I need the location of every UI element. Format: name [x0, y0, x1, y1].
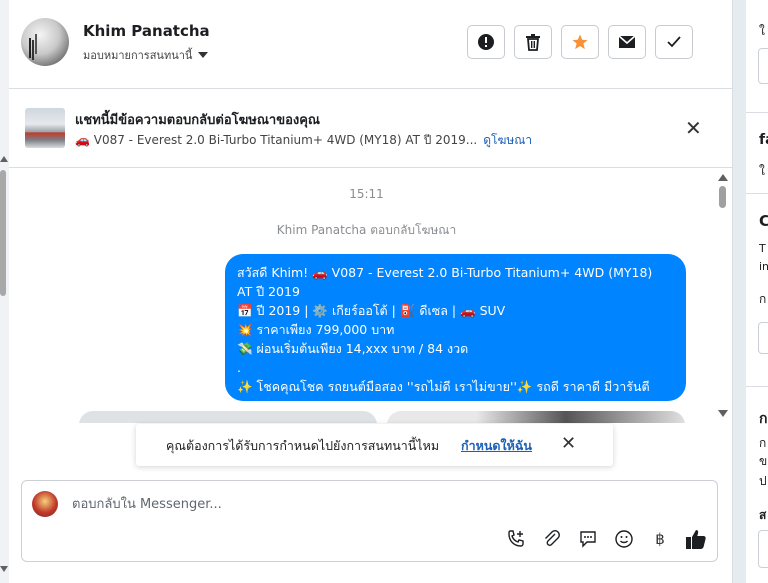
ad-banner-subtitle: 🚗 V087 - Everest 2.0 Bi-Turbo Titanium+ … — [75, 131, 532, 150]
page-avatar — [32, 491, 58, 517]
conversation-panel: Khim Panatcha มอบหมายการสนทนานี้ แชทนี้ม… — [9, 0, 733, 583]
sidebar-text: T — [759, 242, 766, 255]
chevron-down-icon — [198, 52, 209, 58]
scroll-down-arrow[interactable] — [718, 410, 728, 417]
close-icon[interactable]: ✕ — [685, 118, 702, 138]
alert-circle-icon — [478, 34, 494, 50]
message-line: สวัสดี Khim! 🚗 V087 - Everest 2.0 Bi-Tur… — [237, 265, 653, 280]
assign-label: มอบหมายการสนทนานี้ — [83, 49, 193, 62]
sidebar-text: ใ — [759, 24, 765, 38]
scroll-up-arrow[interactable] — [718, 174, 728, 181]
sidebar-text: ข — [759, 454, 768, 468]
outgoing-message-bubble[interactable]: สวัสดี Khim! 🚗 V087 - Everest 2.0 Bi-Tur… — [225, 254, 686, 401]
assign-prompt: คุณต้องการได้รับการกำหนดไปยังการสนทนานี้… — [136, 424, 613, 466]
right-sidebar: ใ fa ใ C T in ก ก ก ข ป ส — [746, 0, 768, 583]
conversation-header: Khim Panatcha มอบหมายการสนทนานี้ — [9, 0, 732, 89]
ad-thumbnail[interactable] — [25, 108, 65, 148]
sidebar-heading: fa — [759, 132, 768, 148]
star-button[interactable] — [561, 25, 599, 59]
add-call-icon[interactable] — [504, 527, 528, 551]
ad-banner-title: แชทนี้มีข้อความตอบกลับต่อโฆษณาของคุณ — [75, 113, 320, 128]
baht-icon[interactable]: ฿ — [648, 527, 672, 551]
sidebar-heading: ส — [759, 508, 767, 522]
message-composer: ฿ — [21, 480, 718, 562]
sidebar-text: ใ — [759, 164, 765, 178]
emoji-icon[interactable] — [612, 527, 636, 551]
scroll-down-arrow[interactable] — [0, 566, 8, 572]
check-icon — [667, 36, 681, 48]
envelope-icon — [618, 35, 636, 48]
done-button[interactable] — [655, 25, 693, 59]
sidebar-divider — [746, 112, 768, 113]
trash-icon — [526, 34, 540, 51]
sidebar-text: ป — [759, 474, 767, 488]
message-thread[interactable]: 15:11 Khim Panatcha ตอบกลับโฆษณา สวัสดี … — [9, 168, 732, 423]
sidebar-text: in — [759, 260, 768, 273]
thread-scrollbar[interactable] — [716, 172, 728, 420]
message-line: . — [237, 360, 241, 375]
sidebar-divider — [746, 386, 768, 387]
ad-reply-banner: แชทนี้มีข้อความตอบกลับต่อโฆษณาของคุณ 🚗 V… — [9, 89, 732, 168]
message-line: 💥 ราคาเพียง 799,000 บาท — [237, 322, 395, 337]
scroll-thumb[interactable] — [719, 186, 726, 208]
message-image[interactable] — [79, 411, 377, 423]
reply-input[interactable] — [70, 491, 694, 517]
email-button[interactable] — [608, 25, 646, 59]
sidebar-select[interactable] — [758, 322, 768, 354]
view-ad-link[interactable]: ดูโฆษณา — [483, 133, 532, 147]
composer-tools: ฿ — [504, 527, 708, 551]
header-actions — [467, 25, 693, 59]
sidebar-heading: ก — [759, 411, 768, 427]
saved-reply-icon[interactable] — [576, 527, 600, 551]
message-timestamp: 15:11 — [349, 187, 384, 201]
assign-prompt-text: คุณต้องการได้รับการกำหนดไปยังการสนทนานี้… — [166, 438, 440, 453]
report-button[interactable] — [467, 25, 505, 59]
system-note: Khim Panatcha ตอบกลับโฆษณา — [276, 223, 457, 237]
message-line: 📅 ปี 2019 | ⚙️ เกียร์ออโต้ | ⛽ ดีเซล | 🚗… — [237, 303, 506, 318]
sidebar-field[interactable] — [758, 530, 768, 568]
contact-name[interactable]: Khim Panatcha — [83, 22, 210, 40]
sidebar-text: ก — [759, 292, 767, 306]
sidebar-field[interactable] — [758, 48, 768, 84]
assign-dropdown[interactable]: มอบหมายการสนทนานี้ — [83, 46, 209, 64]
left-scrollbar[interactable] — [0, 0, 9, 583]
assign-to-me-link[interactable]: กำหนดให้ฉัน — [461, 436, 532, 456]
close-icon[interactable]: ✕ — [561, 433, 576, 454]
sidebar-heading: C — [759, 212, 768, 230]
paperclip-icon[interactable] — [540, 527, 564, 551]
delete-button[interactable] — [514, 25, 552, 59]
scroll-up-arrow[interactable] — [0, 156, 8, 162]
contact-avatar[interactable] — [21, 18, 69, 66]
star-icon — [572, 34, 588, 50]
message-line: ✨ โชคคุณโชค รถยนต์มือสอง ''รถไม่ดี เราไม… — [237, 379, 650, 394]
scroll-thumb[interactable] — [0, 170, 6, 296]
message-line: 💸 ผ่อนเริ่มต้นเพียง 14,xxx บาท / 84 งวด — [237, 341, 469, 356]
ad-subtitle-text: 🚗 V087 - Everest 2.0 Bi-Turbo Titanium+ … — [75, 133, 478, 147]
message-image[interactable] — [387, 411, 685, 423]
thumbs-up-icon[interactable] — [684, 527, 708, 551]
sidebar-divider — [746, 193, 768, 194]
sidebar-text: ก — [759, 436, 767, 450]
message-line: AT ปี 2019 — [237, 284, 300, 299]
